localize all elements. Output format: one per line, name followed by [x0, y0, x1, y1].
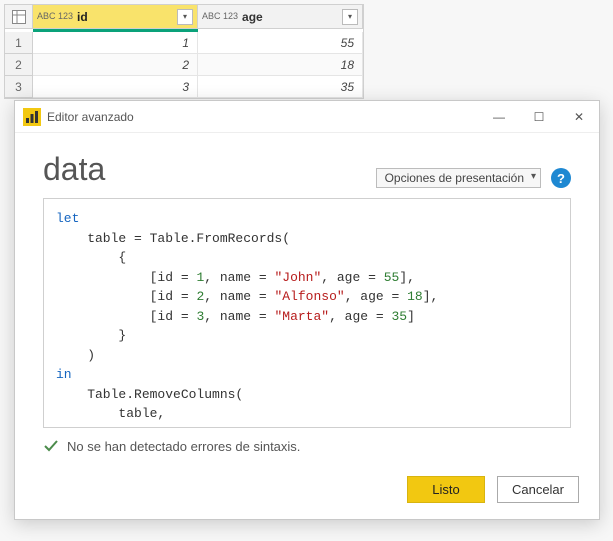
dialog-footer: Listo Cancelar — [15, 462, 599, 519]
minimize-button[interactable]: — — [479, 101, 519, 132]
cell-id[interactable]: 2 — [33, 54, 198, 75]
cell-id[interactable]: 1 — [33, 32, 198, 53]
cancel-button[interactable]: Cancelar — [497, 476, 579, 503]
check-icon — [43, 438, 59, 454]
syntax-status: No se han detectado errores de sintaxis. — [43, 438, 571, 454]
maximize-button[interactable]: ☐ — [519, 101, 559, 132]
datatype-icon: ABC 123 — [202, 12, 238, 21]
close-button[interactable]: ✕ — [559, 101, 599, 132]
syntax-status-text: No se han detectado errores de sintaxis. — [67, 439, 300, 454]
row-number[interactable]: 2 — [5, 54, 32, 76]
cell-id[interactable]: 3 — [33, 76, 198, 97]
cell-age[interactable]: 18 — [198, 54, 363, 75]
cell-age[interactable]: 35 — [198, 76, 363, 97]
filter-button[interactable]: ▾ — [177, 9, 193, 25]
table-row: 1 55 — [33, 32, 363, 54]
dialog-title: Editor avanzado — [47, 110, 479, 124]
display-options-dropdown[interactable]: Opciones de presentación — [376, 168, 541, 188]
column-name: id — [77, 10, 177, 24]
row-number[interactable]: 1 — [5, 32, 32, 54]
row-number[interactable]: 3 — [5, 76, 32, 98]
column-header-age[interactable]: ABC 123 age ▾ — [198, 5, 363, 29]
query-name-heading: data — [43, 151, 105, 188]
column-name: age — [242, 10, 342, 24]
grid-corner[interactable] — [5, 5, 33, 29]
powerbi-logo-icon — [23, 108, 41, 126]
filter-button[interactable]: ▾ — [342, 9, 358, 25]
data-grid: ABC 123 id ▾ ABC 123 age ▾ 1 2 3 1 55 2 … — [4, 4, 364, 99]
table-icon — [12, 10, 26, 24]
datatype-icon: ABC 123 — [37, 12, 73, 21]
code-editor[interactable]: let table = Table.FromRecords( { [id = 1… — [43, 198, 571, 428]
cell-age[interactable]: 55 — [198, 32, 363, 53]
row-number-column: 1 2 3 — [5, 32, 33, 98]
grid-header-row: ABC 123 id ▾ ABC 123 age ▾ — [5, 5, 363, 29]
table-row: 3 35 — [33, 76, 363, 98]
advanced-editor-dialog: Editor avanzado — ☐ ✕ data Opciones de p… — [14, 100, 600, 520]
column-header-id[interactable]: ABC 123 id ▾ — [33, 5, 198, 29]
table-row: 2 18 — [33, 54, 363, 76]
help-icon[interactable]: ? — [551, 168, 571, 188]
titlebar[interactable]: Editor avanzado — ☐ ✕ — [15, 101, 599, 133]
done-button[interactable]: Listo — [407, 476, 485, 503]
